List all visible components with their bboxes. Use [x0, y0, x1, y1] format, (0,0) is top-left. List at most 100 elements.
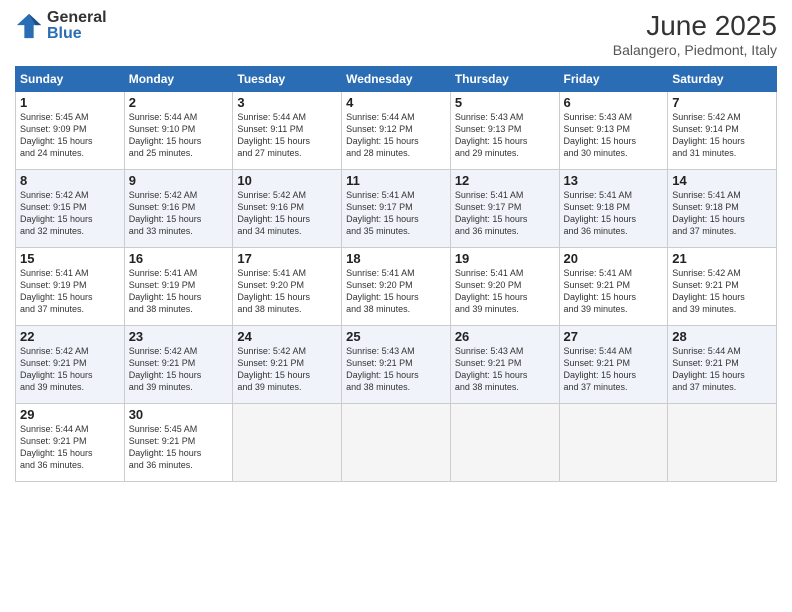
- calendar-cell: 25Sunrise: 5:43 AMSunset: 9:21 PMDayligh…: [342, 326, 451, 404]
- calendar-cell: 3Sunrise: 5:44 AMSunset: 9:11 PMDaylight…: [233, 92, 342, 170]
- day-number: 10: [237, 173, 337, 188]
- logo-text: General Blue: [47, 10, 107, 42]
- day-info: Sunrise: 5:41 AMSunset: 9:21 PMDaylight:…: [564, 267, 664, 316]
- location-subtitle: Balangero, Piedmont, Italy: [613, 42, 777, 58]
- day-number: 16: [129, 251, 229, 266]
- day-info: Sunrise: 5:43 AMSunset: 9:21 PMDaylight:…: [346, 345, 446, 394]
- day-info: Sunrise: 5:44 AMSunset: 9:21 PMDaylight:…: [672, 345, 772, 394]
- day-info: Sunrise: 5:41 AMSunset: 9:17 PMDaylight:…: [346, 189, 446, 238]
- logo: General Blue: [15, 10, 107, 42]
- calendar-header-row: Sunday Monday Tuesday Wednesday Thursday…: [16, 67, 777, 92]
- day-info: Sunrise: 5:42 AMSunset: 9:21 PMDaylight:…: [672, 267, 772, 316]
- header-thursday: Thursday: [450, 67, 559, 92]
- logo-icon: [15, 12, 43, 40]
- day-number: 2: [129, 95, 229, 110]
- day-info: Sunrise: 5:44 AMSunset: 9:21 PMDaylight:…: [564, 345, 664, 394]
- page: General Blue June 2025 Balangero, Piedmo…: [0, 0, 792, 612]
- calendar-cell: 8Sunrise: 5:42 AMSunset: 9:15 PMDaylight…: [16, 170, 125, 248]
- day-number: 5: [455, 95, 555, 110]
- calendar-cell: 6Sunrise: 5:43 AMSunset: 9:13 PMDaylight…: [559, 92, 668, 170]
- calendar-cell: 14Sunrise: 5:41 AMSunset: 9:18 PMDayligh…: [668, 170, 777, 248]
- day-number: 14: [672, 173, 772, 188]
- calendar-cell: 24Sunrise: 5:42 AMSunset: 9:21 PMDayligh…: [233, 326, 342, 404]
- day-number: 15: [20, 251, 120, 266]
- day-number: 24: [237, 329, 337, 344]
- day-number: 12: [455, 173, 555, 188]
- calendar-cell: [668, 404, 777, 482]
- day-number: 21: [672, 251, 772, 266]
- day-number: 19: [455, 251, 555, 266]
- day-number: 29: [20, 407, 120, 422]
- day-info: Sunrise: 5:45 AMSunset: 9:09 PMDaylight:…: [20, 111, 120, 160]
- day-info: Sunrise: 5:41 AMSunset: 9:18 PMDaylight:…: [672, 189, 772, 238]
- day-info: Sunrise: 5:42 AMSunset: 9:16 PMDaylight:…: [237, 189, 337, 238]
- day-info: Sunrise: 5:42 AMSunset: 9:21 PMDaylight:…: [237, 345, 337, 394]
- day-info: Sunrise: 5:42 AMSunset: 9:16 PMDaylight:…: [129, 189, 229, 238]
- day-number: 1: [20, 95, 120, 110]
- day-info: Sunrise: 5:41 AMSunset: 9:20 PMDaylight:…: [346, 267, 446, 316]
- calendar-cell: [233, 404, 342, 482]
- calendar-cell: 10Sunrise: 5:42 AMSunset: 9:16 PMDayligh…: [233, 170, 342, 248]
- calendar-cell: 9Sunrise: 5:42 AMSunset: 9:16 PMDaylight…: [124, 170, 233, 248]
- day-number: 30: [129, 407, 229, 422]
- calendar-table: Sunday Monday Tuesday Wednesday Thursday…: [15, 66, 777, 482]
- day-number: 27: [564, 329, 664, 344]
- day-info: Sunrise: 5:42 AMSunset: 9:21 PMDaylight:…: [20, 345, 120, 394]
- calendar-cell: 26Sunrise: 5:43 AMSunset: 9:21 PMDayligh…: [450, 326, 559, 404]
- day-info: Sunrise: 5:42 AMSunset: 9:15 PMDaylight:…: [20, 189, 120, 238]
- day-info: Sunrise: 5:43 AMSunset: 9:13 PMDaylight:…: [564, 111, 664, 160]
- week-row-5: 29Sunrise: 5:44 AMSunset: 9:21 PMDayligh…: [16, 404, 777, 482]
- day-info: Sunrise: 5:44 AMSunset: 9:12 PMDaylight:…: [346, 111, 446, 160]
- week-row-2: 8Sunrise: 5:42 AMSunset: 9:15 PMDaylight…: [16, 170, 777, 248]
- calendar-cell: 11Sunrise: 5:41 AMSunset: 9:17 PMDayligh…: [342, 170, 451, 248]
- calendar-cell: 17Sunrise: 5:41 AMSunset: 9:20 PMDayligh…: [233, 248, 342, 326]
- day-number: 23: [129, 329, 229, 344]
- calendar-cell: 19Sunrise: 5:41 AMSunset: 9:20 PMDayligh…: [450, 248, 559, 326]
- calendar-cell: 1Sunrise: 5:45 AMSunset: 9:09 PMDaylight…: [16, 92, 125, 170]
- week-row-1: 1Sunrise: 5:45 AMSunset: 9:09 PMDaylight…: [16, 92, 777, 170]
- day-number: 18: [346, 251, 446, 266]
- day-info: Sunrise: 5:44 AMSunset: 9:11 PMDaylight:…: [237, 111, 337, 160]
- week-row-3: 15 Sunrise: 5:41 AMSunset: 9:19 PMDayligh…: [16, 248, 777, 326]
- day-info: Sunrise: 5:43 AMSunset: 9:21 PMDaylight:…: [455, 345, 555, 394]
- day-info: Sunrise: 5:44 AMSunset: 9:21 PMDaylight:…: [20, 423, 120, 472]
- calendar-cell: [342, 404, 451, 482]
- calendar-cell: 4Sunrise: 5:44 AMSunset: 9:12 PMDaylight…: [342, 92, 451, 170]
- calendar-cell: 21Sunrise: 5:42 AMSunset: 9:21 PMDayligh…: [668, 248, 777, 326]
- header: General Blue June 2025 Balangero, Piedmo…: [15, 10, 777, 58]
- day-info: Sunrise: 5:41 AMSunset: 9:17 PMDaylight:…: [455, 189, 555, 238]
- calendar-cell: 28Sunrise: 5:44 AMSunset: 9:21 PMDayligh…: [668, 326, 777, 404]
- logo-general-text: General: [47, 10, 107, 26]
- calendar-cell: 5Sunrise: 5:43 AMSunset: 9:13 PMDaylight…: [450, 92, 559, 170]
- calendar-cell: 18Sunrise: 5:41 AMSunset: 9:20 PMDayligh…: [342, 248, 451, 326]
- day-info: Sunrise: 5:45 AMSunset: 9:21 PMDaylight:…: [129, 423, 229, 472]
- calendar-cell: [559, 404, 668, 482]
- calendar-cell: 30Sunrise: 5:45 AMSunset: 9:21 PMDayligh…: [124, 404, 233, 482]
- day-info: Sunrise: 5:41 AMSunset: 9:18 PMDaylight:…: [564, 189, 664, 238]
- day-number: 9: [129, 173, 229, 188]
- day-number: 6: [564, 95, 664, 110]
- day-info: Sunrise: 5:42 AMSunset: 9:21 PMDaylight:…: [129, 345, 229, 394]
- header-wednesday: Wednesday: [342, 67, 451, 92]
- title-area: June 2025 Balangero, Piedmont, Italy: [613, 10, 777, 58]
- calendar-cell: 27Sunrise: 5:44 AMSunset: 9:21 PMDayligh…: [559, 326, 668, 404]
- day-number: 3: [237, 95, 337, 110]
- day-info: Sunrise: 5:41 AMSunset: 9:20 PMDaylight:…: [237, 267, 337, 316]
- header-sunday: Sunday: [16, 67, 125, 92]
- day-number: 20: [564, 251, 664, 266]
- day-number: 8: [20, 173, 120, 188]
- header-tuesday: Tuesday: [233, 67, 342, 92]
- day-info: Sunrise: 5:42 AMSunset: 9:14 PMDaylight:…: [672, 111, 772, 160]
- calendar-cell: 22Sunrise: 5:42 AMSunset: 9:21 PMDayligh…: [16, 326, 125, 404]
- day-info: Sunrise: 5:41 AMSunset: 9:19 PMDaylight:…: [129, 267, 229, 316]
- day-number: 7: [672, 95, 772, 110]
- month-title: June 2025: [613, 10, 777, 42]
- calendar-cell: 12Sunrise: 5:41 AMSunset: 9:17 PMDayligh…: [450, 170, 559, 248]
- day-number: 28: [672, 329, 772, 344]
- day-number: 4: [346, 95, 446, 110]
- day-number: 25: [346, 329, 446, 344]
- calendar-cell: 2Sunrise: 5:44 AMSunset: 9:10 PMDaylight…: [124, 92, 233, 170]
- calendar-cell: 20Sunrise: 5:41 AMSunset: 9:21 PMDayligh…: [559, 248, 668, 326]
- calendar-cell: [450, 404, 559, 482]
- day-info: Sunrise: 5:44 AMSunset: 9:10 PMDaylight:…: [129, 111, 229, 160]
